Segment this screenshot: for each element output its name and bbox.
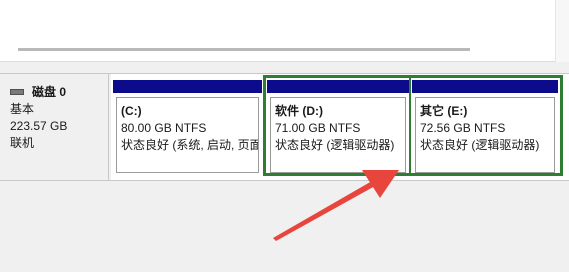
- vertical-scrollbar[interactable]: [555, 0, 569, 62]
- partition-name: (C:): [121, 104, 142, 118]
- disk-size: 223.57 GB: [10, 119, 68, 133]
- disk-icon: [10, 88, 24, 95]
- partition-name: 其它 (E:): [420, 104, 468, 118]
- partition-details: (C:) 80.00 GB NTFS 状态良好 (系统, 启动, 页面: [116, 97, 259, 173]
- partition-header-bar: [412, 80, 558, 93]
- partition-c[interactable]: (C:) 80.00 GB NTFS 状态良好 (系统, 启动, 页面: [113, 80, 262, 176]
- partition-d[interactable]: 软件 (D:) 71.00 GB NTFS 状态良好 (逻辑驱动器): [267, 80, 409, 176]
- partition-details: 其它 (E:) 72.56 GB NTFS 状态良好 (逻辑驱动器): [415, 97, 555, 173]
- partition-header-bar: [267, 80, 409, 93]
- disk-row: 磁盘 0 基本 223.57 GB 联机 (C:) 80.00 GB NTFS …: [0, 73, 569, 181]
- disk-title: 磁盘 0: [10, 84, 108, 101]
- disk-info-panel[interactable]: 磁盘 0 基本 223.57 GB 联机: [0, 74, 109, 180]
- partition-size: 80.00 GB NTFS: [121, 121, 207, 135]
- horizontal-scrollbar[interactable]: [18, 48, 470, 51]
- partition-header-bar: [113, 80, 262, 93]
- empty-disk-area: [0, 182, 569, 272]
- disk-type: 基本: [10, 102, 35, 116]
- volume-list-pane: [0, 0, 569, 62]
- partition-details: 软件 (D:) 71.00 GB NTFS 状态良好 (逻辑驱动器): [270, 97, 406, 173]
- partition-name: 软件 (D:): [275, 104, 323, 118]
- partition-status: 状态良好 (逻辑驱动器): [275, 138, 395, 152]
- disk-name: 磁盘 0: [32, 85, 67, 99]
- partition-strip: (C:) 80.00 GB NTFS 状态良好 (系统, 启动, 页面 软件 (…: [111, 74, 569, 180]
- partition-e[interactable]: 其它 (E:) 72.56 GB NTFS 状态良好 (逻辑驱动器): [412, 80, 558, 176]
- partition-size: 72.56 GB NTFS: [420, 121, 506, 135]
- selection-divider: [409, 78, 411, 173]
- partition-status: 状态良好 (逻辑驱动器): [420, 138, 540, 152]
- partition-size: 71.00 GB NTFS: [275, 121, 361, 135]
- partition-status: 状态良好 (系统, 启动, 页面: [121, 138, 259, 152]
- disk-status: 联机: [10, 136, 35, 150]
